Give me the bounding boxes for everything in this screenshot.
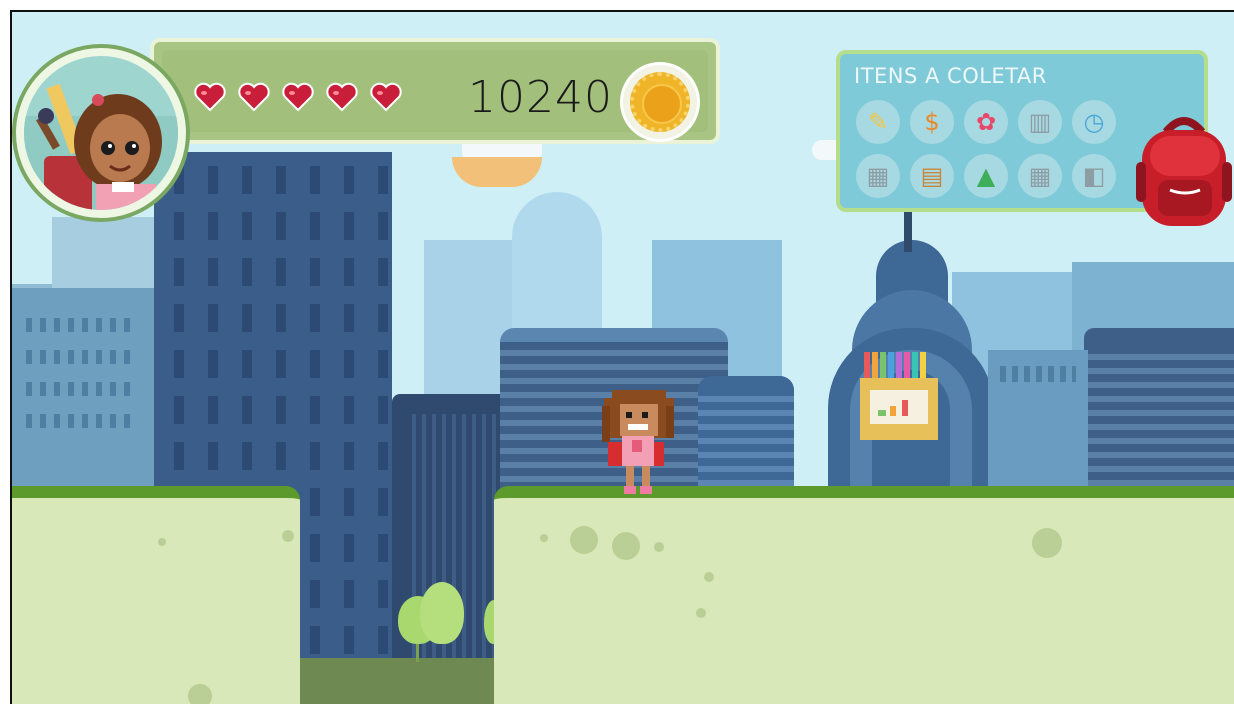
pit-floor: [298, 658, 498, 704]
clock-icon: ◷: [1083, 108, 1105, 136]
score-counter: 10240: [468, 72, 613, 123]
sign-post: [904, 212, 912, 252]
money-bag-icon: $: [924, 108, 940, 136]
item-slot-clock: ◷: [1072, 100, 1116, 144]
ground-platform-right: [494, 486, 1234, 704]
heart-icon: [238, 82, 270, 112]
player-character[interactable]: [598, 384, 678, 498]
item-slot-calculator: ▦: [1018, 154, 1062, 198]
collectible-pencil-box[interactable]: [858, 352, 942, 442]
heart-icon: [326, 82, 358, 112]
flower-icon: ✿: [975, 108, 997, 136]
game-frame: 10240 ITENS A COLETAR ✎ $ ✿ ▥ ◷ ▦ ▤ ▲ ▦ …: [0, 0, 1234, 704]
item-slot-books: ▥: [1018, 100, 1062, 144]
books-icon: ▥: [1028, 108, 1052, 136]
item-slot-pencil: ✎: [856, 100, 900, 144]
item-slot-flower: ✿: [964, 100, 1008, 144]
backpack-icon[interactable]: [1136, 112, 1232, 228]
girl-portrait-icon: [24, 83, 178, 210]
item-slot-cash-register: ▦: [856, 154, 900, 198]
item-slot-shapes: ▲: [964, 154, 1008, 198]
items-panel-title: ITENS A COLETAR: [854, 64, 1047, 88]
item-slot-clipboard: ▤: [910, 154, 954, 198]
ground-platform-left: [12, 486, 300, 704]
calculator-icon: ▦: [1028, 162, 1052, 190]
player-avatar: [12, 44, 190, 222]
pencil-icon: ✎: [867, 108, 889, 136]
cash-register-icon: ▦: [866, 162, 890, 190]
clipboard-icon: ▤: [920, 162, 944, 190]
building: [12, 288, 162, 488]
coin-icon: [620, 62, 700, 142]
tree: [420, 582, 464, 644]
header-strip: [0, 0, 1234, 10]
backpack-small-icon: ◧: [1082, 162, 1106, 190]
item-slot-money-bag: $: [910, 100, 954, 144]
heart-icon: [194, 82, 226, 112]
building: [1084, 328, 1234, 506]
lives-hearts: [194, 82, 402, 112]
item-slot-backpack-small: ◧: [1072, 154, 1116, 198]
heart-icon: [282, 82, 314, 112]
heart-icon: [370, 82, 402, 112]
shapes-icon: ▲: [976, 162, 996, 190]
